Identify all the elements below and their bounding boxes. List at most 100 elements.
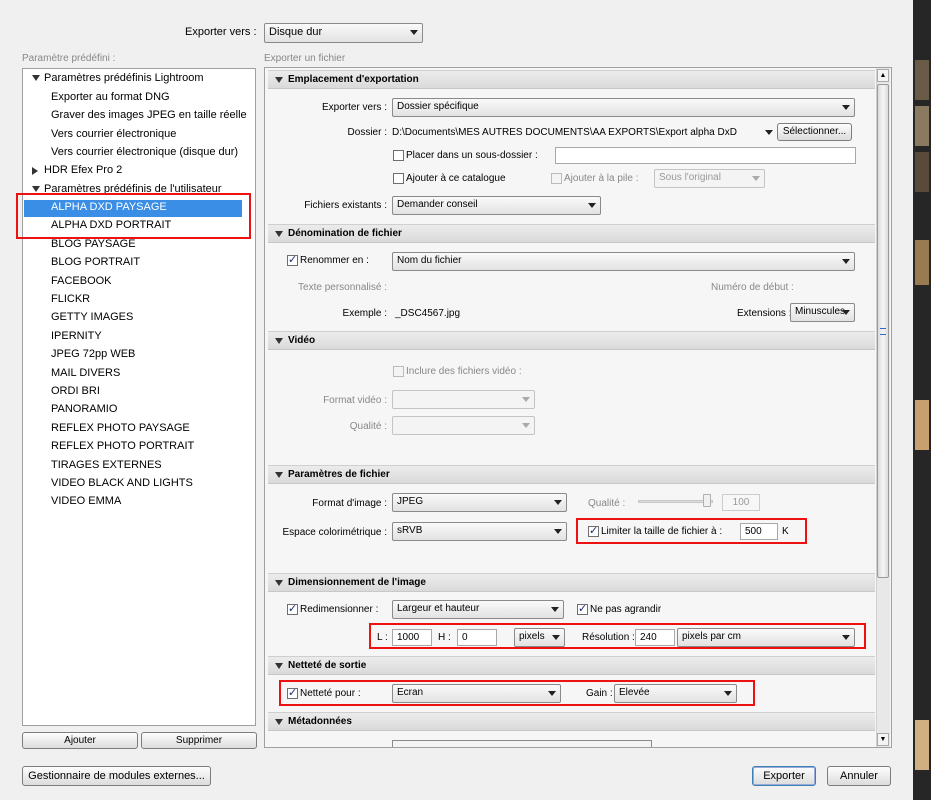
quality-slider-track[interactable]: [638, 500, 713, 503]
preset-item[interactable]: Vers courrier électronique (disque dur): [51, 146, 238, 158]
chevron-down-icon: [551, 607, 559, 612]
expand-triangle-icon[interactable]: [32, 75, 40, 81]
video-format-dropdown[interactable]: [392, 390, 535, 409]
limit-size-checkbox[interactable]: [588, 524, 599, 537]
expand-triangle-icon: [275, 77, 283, 83]
quality-input[interactable]: 100: [722, 494, 760, 511]
preset-item[interactable]: GETTY IMAGES: [51, 311, 133, 323]
preset-item[interactable]: REFLEX PHOTO PAYSAGE: [51, 422, 190, 434]
start-number-label: Numéro de début :: [711, 282, 794, 293]
chevron-down-icon: [842, 105, 850, 110]
preset-item[interactable]: Vers courrier électronique: [51, 128, 176, 140]
sharpen-for-dropdown[interactable]: Ecran: [392, 684, 561, 703]
preset-item[interactable]: BLOG PORTRAIT: [51, 256, 140, 268]
preset-item[interactable]: Exporter au format DNG: [51, 91, 170, 103]
thumbnail: [915, 240, 929, 285]
section-image-sizing[interactable]: Dimensionnement de l'image: [268, 573, 875, 592]
limit-size-input[interactable]: 500: [740, 523, 778, 540]
color-space-dropdown[interactable]: sRVB: [392, 522, 567, 541]
size-unit-dropdown[interactable]: pixels: [514, 628, 565, 647]
preset-item[interactable]: VIDEO BLACK AND LIGHTS: [51, 477, 193, 489]
preset-item[interactable]: BLOG PAYSAGE: [51, 238, 136, 250]
sharpen-checkbox[interactable]: [287, 686, 298, 699]
stack-position-dropdown[interactable]: Sous l'original: [654, 169, 765, 188]
video-format-label: Format vidéo :: [323, 395, 387, 406]
include-video-checkbox[interactable]: [393, 366, 404, 377]
preset-item[interactable]: VIDEO EMMA: [51, 495, 121, 507]
preset-item[interactable]: FLICKR: [51, 293, 90, 305]
preset-item[interactable]: Graver des images JPEG en taille réelle: [51, 109, 247, 121]
resolution-unit-dropdown[interactable]: pixels par cm: [677, 628, 855, 647]
export-to-field-label: Exporter vers :: [321, 102, 387, 113]
preset-item[interactable]: REFLEX PHOTO PORTRAIT: [51, 440, 194, 452]
scroll-down-button[interactable]: ▼: [877, 733, 889, 746]
metadata-dropdown-partial[interactable]: [392, 740, 652, 747]
preset-group-lightroom[interactable]: Paramètres prédéfinis Lightroom: [44, 72, 204, 84]
add-to-stack-checkbox[interactable]: [551, 173, 562, 184]
add-preset-button[interactable]: Ajouter: [22, 732, 138, 749]
folder-history-chevron-icon[interactable]: [765, 130, 773, 135]
preset-item[interactable]: IPERNITY: [51, 330, 102, 342]
extensions-dropdown[interactable]: Minuscules: [790, 303, 855, 322]
scroll-up-button[interactable]: ▲: [877, 69, 889, 82]
rename-checkbox[interactable]: [287, 253, 298, 266]
include-video-label: Inclure des fichiers vidéo :: [406, 366, 522, 377]
video-quality-dropdown[interactable]: [392, 416, 535, 435]
section-video[interactable]: Vidéo: [268, 331, 875, 350]
expand-triangle-icon: [275, 338, 283, 344]
resolution-input[interactable]: 240: [635, 629, 675, 646]
sharpen-label: Netteté pour :: [300, 688, 361, 699]
preset-item[interactable]: ORDI BRI: [51, 385, 100, 397]
chevron-down-icon: [552, 635, 560, 640]
cancel-button[interactable]: Annuler: [827, 766, 891, 786]
export-to-location-dropdown[interactable]: Dossier spécifique: [392, 98, 855, 117]
width-input[interactable]: 1000: [392, 629, 432, 646]
section-metadata[interactable]: Métadonnées: [268, 712, 875, 731]
dont-enlarge-label: Ne pas agrandir: [590, 604, 662, 615]
image-format-dropdown[interactable]: JPEG: [392, 493, 567, 512]
preset-group-user[interactable]: Paramètres prédéfinis de l'utilisateur: [44, 183, 222, 195]
resize-mode-dropdown[interactable]: Largeur et hauteur: [392, 600, 564, 619]
expand-triangle-icon[interactable]: [32, 186, 40, 192]
sharpen-amount-dropdown[interactable]: Elevée: [614, 684, 737, 703]
preset-item[interactable]: TIRAGES EXTERNES: [51, 459, 162, 471]
width-label: L :: [377, 632, 388, 643]
subfolder-input[interactable]: [555, 147, 856, 164]
remove-preset-button[interactable]: Supprimer: [141, 732, 257, 749]
preset-item[interactable]: PANORAMIO: [51, 403, 117, 415]
chevron-down-icon: [752, 176, 760, 181]
add-to-catalog-checkbox[interactable]: [393, 173, 404, 184]
thumbnail: [915, 60, 929, 100]
preset-item[interactable]: MAIL DIVERS: [51, 367, 120, 379]
section-output-sharpening[interactable]: Netteté de sortie: [268, 656, 875, 675]
preset-group-hdr[interactable]: HDR Efex Pro 2: [44, 164, 122, 176]
subfolder-checkbox[interactable]: [393, 150, 404, 161]
section-export-location[interactable]: Emplacement d'exportation: [268, 70, 875, 89]
export-button[interactable]: Exporter: [752, 766, 816, 786]
export-to-dropdown[interactable]: Disque dur: [264, 23, 423, 43]
preset-item[interactable]: ALPHA DXD PORTRAIT: [51, 219, 171, 231]
resize-checkbox[interactable]: [287, 602, 298, 615]
section-file-settings[interactable]: Paramètres de fichier: [268, 465, 875, 484]
rename-template-dropdown[interactable]: Nom du fichier: [392, 252, 855, 271]
color-space-label: Espace colorimétrique :: [282, 527, 388, 538]
chevron-down-icon: [554, 500, 562, 505]
subfolder-label: Placer dans un sous-dossier :: [406, 150, 538, 161]
existing-files-dropdown[interactable]: Demander conseil: [392, 196, 601, 215]
preset-item[interactable]: ALPHA DXD PAYSAGE: [51, 201, 167, 213]
choose-folder-button[interactable]: Sélectionner...: [777, 123, 852, 141]
chevron-down-icon: [522, 423, 530, 428]
chevron-down-icon: [588, 203, 596, 208]
plugin-manager-button[interactable]: Gestionnaire de modules externes...: [22, 766, 211, 786]
thumbnail: [915, 106, 929, 146]
preset-item[interactable]: FACEBOOK: [51, 275, 112, 287]
height-input[interactable]: 0: [457, 629, 497, 646]
section-file-naming[interactable]: Dénomination de fichier: [268, 224, 875, 243]
chevron-down-icon: [410, 30, 418, 35]
quality-slider-thumb[interactable]: [703, 494, 711, 507]
preset-item[interactable]: JPEG 72pp WEB: [51, 348, 135, 360]
limit-size-label: Limiter la taille de fichier à :: [601, 526, 723, 537]
collapse-triangle-icon[interactable]: [32, 167, 38, 175]
thumbnail: [915, 400, 929, 450]
dont-enlarge-checkbox[interactable]: [577, 602, 588, 615]
